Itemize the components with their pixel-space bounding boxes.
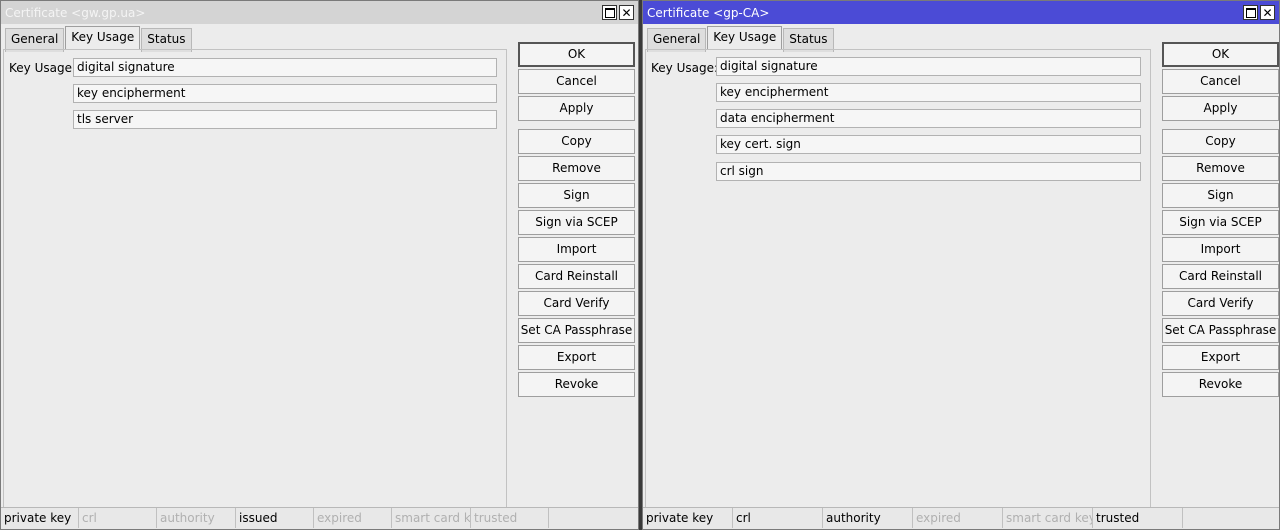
ok-button[interactable]: OK xyxy=(1162,42,1279,67)
status-authority: authority xyxy=(157,508,236,528)
sign-via-scep-button[interactable]: Sign via SCEP xyxy=(1162,210,1279,235)
sign-button[interactable]: Sign xyxy=(1162,183,1279,208)
key-usage-field[interactable]: key encipherment xyxy=(73,84,497,103)
status-private-key: private key xyxy=(643,508,733,528)
status-expired: expired xyxy=(314,508,392,528)
tab-key-usage[interactable]: Key Usage xyxy=(707,26,783,50)
status-issued: issued xyxy=(236,508,314,528)
status-smart-card-key: smart card key xyxy=(392,508,471,528)
title-bar[interactable]: Certificate <gp-CA> ✕ xyxy=(643,1,1279,24)
action-buttons: OK Cancel Apply Copy Remove Sign Sign vi… xyxy=(518,42,635,399)
apply-button[interactable]: Apply xyxy=(518,96,635,121)
status-bar: private key crl authority issued expired… xyxy=(1,507,638,529)
status-empty xyxy=(1183,508,1279,528)
status-crl: crl xyxy=(733,508,823,528)
key-usage-field[interactable]: key encipherment xyxy=(716,83,1141,102)
export-button[interactable]: Export xyxy=(1162,345,1279,370)
card-reinstall-button[interactable]: Card Reinstall xyxy=(518,264,635,289)
copy-button[interactable]: Copy xyxy=(518,129,635,154)
status-crl: crl xyxy=(79,508,157,528)
key-usage-field[interactable]: digital signature xyxy=(716,57,1141,76)
cancel-button[interactable]: Cancel xyxy=(518,69,635,94)
maximize-icon[interactable] xyxy=(1243,5,1258,20)
close-icon[interactable]: ✕ xyxy=(1260,5,1275,20)
tab-key-usage[interactable]: Key Usage xyxy=(65,26,141,50)
status-bar: private key crl authority expired smart … xyxy=(643,507,1279,529)
key-usage-field[interactable]: digital signature xyxy=(73,58,497,77)
sign-button[interactable]: Sign xyxy=(518,183,635,208)
certificate-window-gp-ca: Certificate <gp-CA> ✕ General Key Usage … xyxy=(642,0,1280,530)
certificate-window-gw: Certificate <gw.gp.ua> ✕ General Key Usa… xyxy=(0,0,639,530)
status-trusted: trusted xyxy=(471,508,549,528)
card-verify-button[interactable]: Card Verify xyxy=(1162,291,1279,316)
status-smart-card-key: smart card key xyxy=(1003,508,1093,528)
status-trusted: trusted xyxy=(1093,508,1183,528)
key-usage-field[interactable]: key cert. sign xyxy=(716,135,1141,154)
maximize-icon[interactable] xyxy=(602,5,617,20)
import-button[interactable]: Import xyxy=(1162,237,1279,262)
set-ca-passphrase-button[interactable]: Set CA Passphrase xyxy=(1162,318,1279,343)
key-usage-field[interactable]: crl sign xyxy=(716,162,1141,181)
export-button[interactable]: Export xyxy=(518,345,635,370)
title-bar[interactable]: Certificate <gw.gp.ua> ✕ xyxy=(1,1,638,24)
status-empty xyxy=(549,508,638,528)
card-verify-button[interactable]: Card Verify xyxy=(518,291,635,316)
copy-button[interactable]: Copy xyxy=(1162,129,1279,154)
set-ca-passphrase-button[interactable]: Set CA Passphrase xyxy=(518,318,635,343)
card-reinstall-button[interactable]: Card Reinstall xyxy=(1162,264,1279,289)
close-icon[interactable]: ✕ xyxy=(619,5,634,20)
status-authority: authority xyxy=(823,508,913,528)
import-button[interactable]: Import xyxy=(518,237,635,262)
revoke-button[interactable]: Revoke xyxy=(518,372,635,397)
action-buttons: OK Cancel Apply Copy Remove Sign Sign vi… xyxy=(1162,42,1279,399)
key-usage-label: Key Usage: xyxy=(9,61,77,75)
key-usage-field[interactable]: data encipherment xyxy=(716,109,1141,128)
apply-button[interactable]: Apply xyxy=(1162,96,1279,121)
revoke-button[interactable]: Revoke xyxy=(1162,372,1279,397)
cancel-button[interactable]: Cancel xyxy=(1162,69,1279,94)
window-title: Certificate <gw.gp.ua> xyxy=(5,5,146,20)
window-title: Certificate <gp-CA> xyxy=(647,5,770,20)
status-expired: expired xyxy=(913,508,1003,528)
status-private-key: private key xyxy=(1,508,79,528)
remove-button[interactable]: Remove xyxy=(1162,156,1279,181)
remove-button[interactable]: Remove xyxy=(518,156,635,181)
sign-via-scep-button[interactable]: Sign via SCEP xyxy=(518,210,635,235)
key-usage-field[interactable]: tls server xyxy=(73,110,497,129)
ok-button[interactable]: OK xyxy=(518,42,635,67)
key-usage-label: Key Usage: xyxy=(651,61,719,75)
